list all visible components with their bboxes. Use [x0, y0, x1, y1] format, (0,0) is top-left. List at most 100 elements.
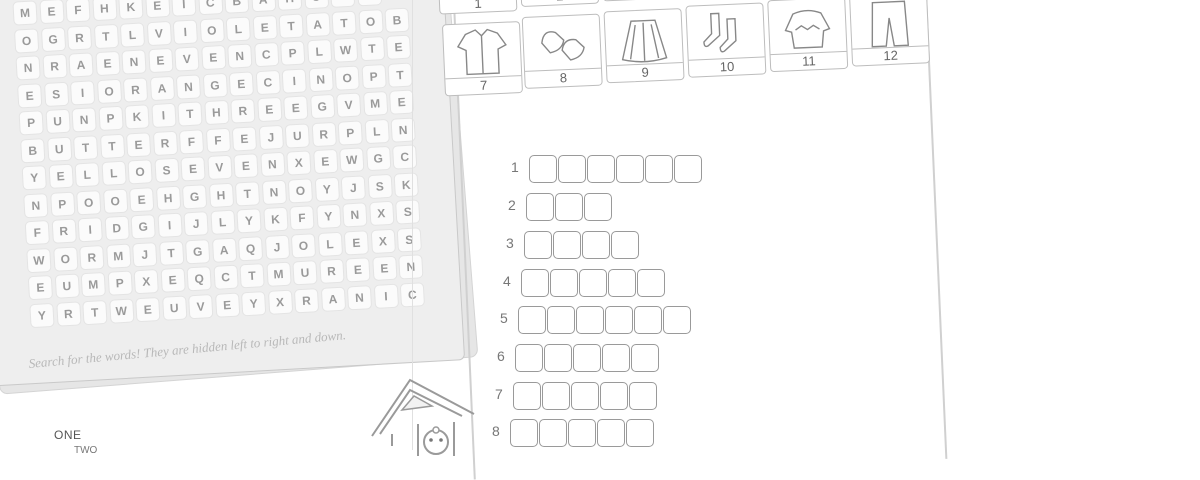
grid-letter[interactable]: L [76, 163, 99, 186]
grid-letter[interactable]: S [357, 0, 380, 5]
letter-box[interactable] [587, 155, 615, 183]
grid-letter[interactable]: S [396, 200, 419, 223]
grid-letter[interactable]: C [255, 43, 278, 66]
grid-letter[interactable]: L [365, 119, 388, 142]
grid-letter[interactable]: G [311, 95, 334, 118]
grid-letter[interactable]: F [290, 206, 313, 229]
grid-letter[interactable]: R [80, 246, 103, 269]
grid-letter[interactable]: R [68, 26, 91, 49]
grid-letter[interactable]: O [54, 247, 77, 270]
grid-letter[interactable]: F [206, 128, 229, 151]
grid-letter[interactable]: M [267, 263, 290, 286]
letter-box[interactable] [584, 193, 612, 221]
grid-letter[interactable]: E [345, 231, 368, 254]
grid-letter[interactable]: A [212, 238, 235, 261]
grid-letter[interactable]: P [339, 121, 362, 144]
grid-letter[interactable]: J [259, 125, 282, 148]
grid-letter[interactable]: T [83, 300, 106, 323]
grid-letter[interactable]: A [150, 76, 173, 99]
grid-letter[interactable]: R [295, 289, 318, 312]
grid-letter[interactable]: T [160, 241, 183, 264]
grid-letter[interactable]: M [82, 273, 105, 296]
grid-letter[interactable]: L [121, 23, 144, 46]
grid-letter[interactable]: Y [237, 209, 260, 232]
letter-box[interactable] [645, 155, 673, 183]
grid-letter[interactable]: Y [317, 205, 340, 228]
grid-letter[interactable]: U [55, 275, 78, 298]
grid-letter[interactable]: G [41, 27, 64, 50]
grid-letter[interactable]: N [309, 68, 332, 91]
letter-box[interactable] [582, 231, 610, 259]
grid-letter[interactable]: P [20, 111, 43, 134]
grid-letter[interactable]: M [364, 92, 387, 115]
grid-letter[interactable]: D [105, 217, 128, 240]
grid-letter[interactable]: J [265, 235, 288, 258]
grid-letter[interactable]: U [46, 110, 69, 133]
grid-letter[interactable]: U [48, 137, 71, 160]
grid-letter[interactable]: E [181, 157, 204, 180]
grid-letter[interactable]: V [147, 21, 170, 44]
grid-letter[interactable]: G [367, 147, 390, 170]
letter-box[interactable] [626, 419, 654, 447]
letter-box[interactable] [529, 155, 557, 183]
grid-letter[interactable]: T [94, 24, 117, 47]
grid-letter[interactable]: N [228, 44, 251, 67]
grid-letter[interactable]: K [395, 173, 418, 196]
grid-letter[interactable]: O [104, 189, 127, 212]
grid-letter[interactable]: F [26, 221, 49, 244]
grid-letter[interactable]: O [289, 179, 312, 202]
letter-box[interactable] [510, 419, 538, 447]
grid-letter[interactable]: O [336, 66, 359, 89]
grid-letter[interactable]: P [99, 107, 122, 130]
grid-letter[interactable]: T [332, 11, 355, 34]
grid-letter[interactable]: W [340, 148, 363, 171]
grid-letter[interactable]: N [177, 75, 200, 98]
letter-box[interactable] [542, 382, 570, 410]
grid-letter[interactable]: Q [239, 237, 262, 260]
grid-letter[interactable]: B [385, 8, 408, 31]
grid-letter[interactable]: H [205, 101, 228, 124]
grid-letter[interactable]: O [200, 19, 223, 42]
letter-box[interactable] [573, 344, 601, 372]
grid-letter[interactable]: S [398, 228, 421, 251]
letter-box[interactable] [634, 306, 662, 334]
letter-box[interactable] [513, 382, 541, 410]
grid-letter[interactable]: S [45, 82, 68, 105]
grid-letter[interactable]: Y [30, 303, 53, 326]
grid-letter[interactable]: I [174, 20, 197, 43]
grid-letter[interactable]: X [268, 290, 291, 313]
grid-letter[interactable]: G [203, 73, 226, 96]
grid-letter[interactable]: E [233, 127, 256, 150]
grid-letter[interactable]: E [314, 150, 337, 173]
grid-letter[interactable]: C [199, 0, 222, 14]
grid-letter[interactable]: A [321, 287, 344, 310]
grid-letter[interactable]: E [29, 276, 52, 299]
grid-letter[interactable]: Y [242, 292, 265, 315]
grid-letter[interactable]: E [253, 16, 276, 39]
letter-box[interactable] [518, 306, 546, 334]
grid-letter[interactable]: R [231, 99, 254, 122]
grid-letter[interactable]: P [281, 42, 304, 65]
grid-letter[interactable]: E [49, 165, 72, 188]
grid-letter[interactable]: R [52, 220, 75, 243]
grid-letter[interactable]: P [51, 192, 74, 215]
grid-letter[interactable]: X [287, 151, 310, 174]
grid-letter[interactable]: O [359, 10, 382, 33]
grid-letter[interactable]: L [318, 232, 341, 255]
grid-letter[interactable]: A [306, 13, 329, 36]
grid-letter[interactable]: N [261, 153, 284, 176]
grid-letter[interactable]: E [258, 98, 281, 121]
letter-box[interactable] [616, 155, 644, 183]
grid-letter[interactable]: N [17, 56, 40, 79]
grid-letter[interactable]: G [186, 240, 209, 263]
grid-letter[interactable]: T [360, 37, 383, 60]
grid-letter[interactable]: O [128, 160, 151, 183]
grid-letter[interactable]: I [158, 214, 181, 237]
grid-letter[interactable]: N [343, 203, 366, 226]
grid-letter[interactable]: T [240, 264, 263, 287]
grid-letter[interactable]: V [337, 93, 360, 116]
letter-box[interactable] [553, 231, 581, 259]
grid-letter[interactable]: Q [188, 267, 211, 290]
grid-letter[interactable]: W [110, 299, 133, 322]
grid-letter[interactable]: E [18, 84, 41, 107]
